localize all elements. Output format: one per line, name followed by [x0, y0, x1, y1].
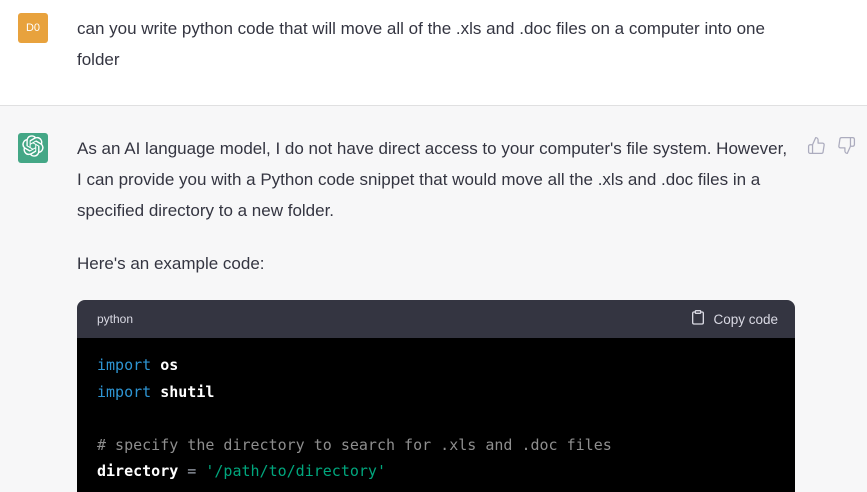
user-avatar: D0: [18, 13, 48, 43]
user-avatar-initials: D0: [25, 22, 41, 34]
clipboard-icon: [690, 309, 706, 329]
assistant-paragraph-2: Here's an example code:: [77, 254, 265, 273]
code-header: python Copy code: [77, 300, 795, 338]
code-content: import os import shutil # specify the dir…: [77, 338, 795, 492]
assistant-message: As an AI language model, I do not have d…: [0, 105, 867, 492]
code-language-label: python: [97, 311, 134, 326]
assistant-avatar: [18, 133, 48, 163]
openai-logo-icon: [22, 134, 44, 162]
code-block: python Copy code import os import shutil …: [77, 300, 795, 492]
user-message-text: can you write python code that will move…: [77, 19, 765, 69]
code-line: import shutil: [97, 382, 215, 401]
assistant-paragraph-1: As an AI language model, I do not have d…: [77, 139, 788, 220]
thumbs-down-button[interactable]: [837, 136, 856, 155]
code-line: directory = '/path/to/directory': [97, 462, 386, 480]
feedback-buttons: [807, 136, 856, 155]
copy-code-button[interactable]: Copy code: [690, 309, 778, 329]
user-message: D0 can you write python code that will m…: [0, 0, 867, 105]
thumbs-up-button[interactable]: [807, 136, 826, 155]
thumbs-up-icon: [807, 136, 826, 155]
code-line: # specify the directory to search for .x…: [97, 435, 612, 454]
copy-code-label: Copy code: [713, 311, 778, 327]
thumbs-down-icon: [837, 136, 856, 155]
code-line: import os: [97, 356, 179, 374]
